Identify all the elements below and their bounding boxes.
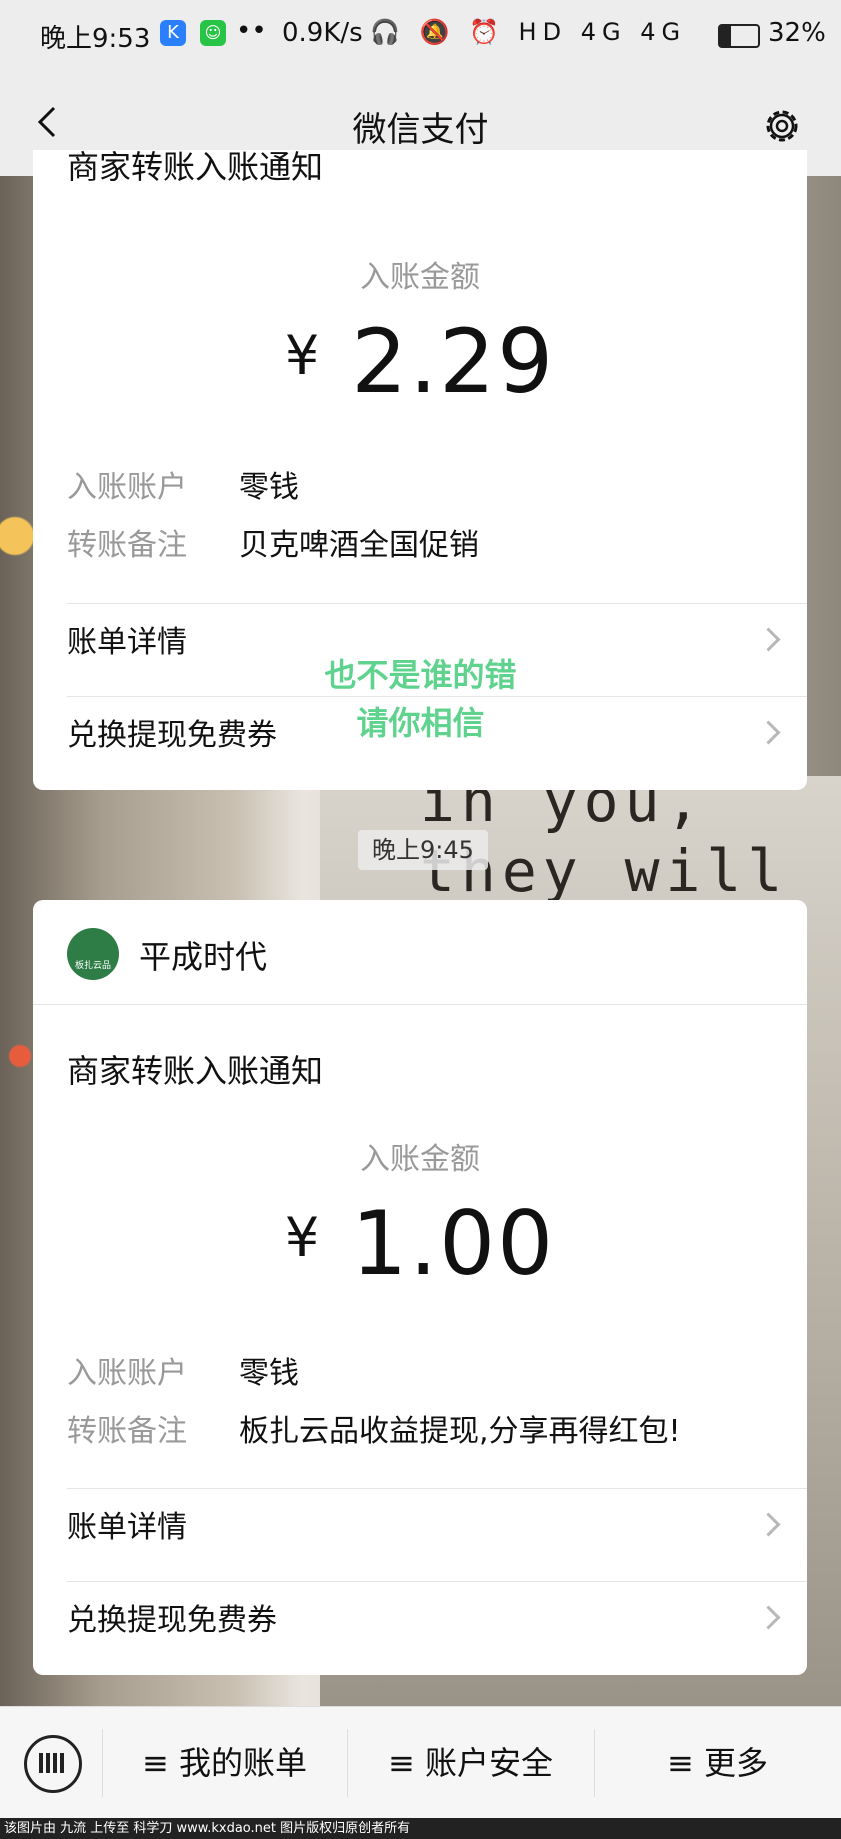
merchant-logo-text: 板扎云品 [74,961,111,971]
account-value: 零钱 [239,1356,299,1391]
amount-label: 入账金额 [360,1142,480,1177]
account-label: 入账账户 [67,1356,187,1391]
remark-label: 转账备注 [67,1414,187,1449]
account-row: 入账账户 零钱 [67,462,299,506]
amount-number: 2.29 [351,310,556,413]
currency-symbol: ¥ [284,324,322,387]
remark-value: 贝克啤酒全国促销 [239,528,479,563]
status-time: 晚上9:53 [40,24,151,54]
account-value: 零钱 [239,470,299,505]
remark-label: 转账备注 [67,528,187,563]
battery-icon [718,24,760,48]
menu-my-bills[interactable]: ≡ 我的账单 [102,1707,347,1819]
keyboard-toggle-icon[interactable] [24,1735,82,1793]
card-title: 商家转账入账通知 [67,148,324,186]
more-notifications-icon: •• [236,16,267,46]
message-time: 晚上9:45 [358,830,488,870]
chevron-right-icon [756,1512,781,1537]
redeem-coupon-label: 兑换提现免费券 [67,1603,277,1638]
status-bar: 晚上9:53 K ☺ •• 0.9K/s 🎧 🔕 ⏰ HD 4G 4G 32% [0,0,841,72]
redeem-coupon-link[interactable]: 兑换提现免费券 [67,1581,807,1661]
bill-details-link[interactable]: 账单详情 [67,1488,807,1568]
card-title: 商家转账入账通知 [67,1052,324,1090]
transfer-notice-card-2[interactable]: 板扎云品 平成时代 商家转账入账通知 入账金额 ¥1.00 入账账户 零钱 转账备… [33,900,807,1675]
amount-number: 1.00 [351,1192,556,1295]
merchant-name: 平成时代 [139,938,268,976]
bill-details-label: 账单详情 [67,1510,187,1545]
account-row: 入账账户 零钱 [67,1348,299,1392]
battery-percent: 32% [768,18,826,48]
watermark-footer: 该图片由 九流 上传至 科学刀 www.kxdao.net 图片版权归原创者所有 [0,1818,841,1839]
amount-value: ¥2.29 [33,310,807,413]
merchant-logo: 板扎云品 [67,928,119,980]
app-notification-icon: ☺ [200,20,226,46]
chevron-right-icon [756,1605,781,1630]
bottom-menu-bar: ≡ 我的账单 ≡ 账户安全 ≡ 更多 [0,1706,841,1819]
remark-value: 板扎云品收益提现,分享再得红包! [239,1414,681,1449]
settings-gear-icon[interactable] [760,104,804,148]
amount-label: 入账金额 [360,260,480,295]
account-label: 入账账户 [67,470,187,505]
menu-more[interactable]: ≡ 更多 [594,1707,841,1819]
remark-row: 转账备注 贝克啤酒全国促销 [67,520,479,564]
k-app-icon: K [160,20,186,46]
remark-row: 转账备注 板扎云品收益提现,分享再得红包! [67,1406,681,1450]
overlay-lyric-line-2: 请你相信 [356,704,485,742]
currency-symbol: ¥ [284,1206,322,1269]
amount-value: ¥1.00 [33,1192,807,1295]
network-speed: 0.9K/s [282,18,363,48]
menu-account-security[interactable]: ≡ 账户安全 [347,1707,594,1819]
overlay-lyric-line-1: 也不是谁的错 [324,656,517,694]
merchant-header[interactable]: 板扎云品 平成时代 [33,900,807,1005]
chevron-right-icon [756,627,781,652]
status-indicators: 🎧 🔕 ⏰ HD 4G 4G [370,18,687,46]
